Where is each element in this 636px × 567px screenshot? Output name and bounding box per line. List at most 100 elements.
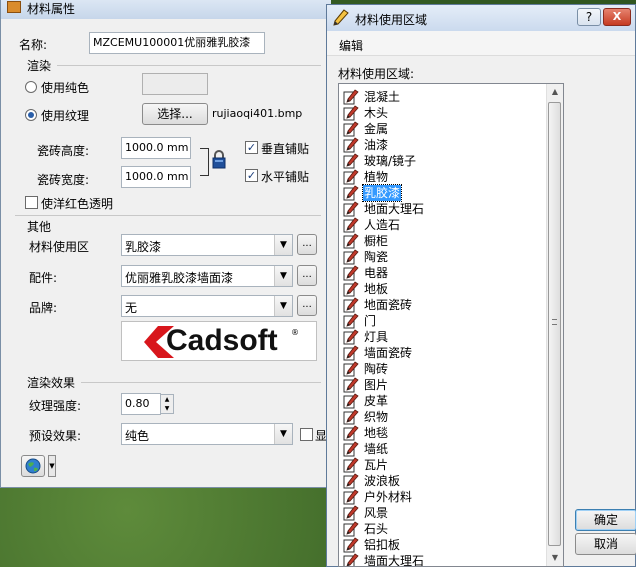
list-item[interactable]: 木头 (343, 105, 533, 121)
brand-logo: Cadsoft ® (121, 321, 317, 361)
material-pencil-icon (343, 425, 359, 441)
solid-color-radio[interactable] (25, 81, 37, 93)
texture-radio[interactable] (25, 109, 37, 121)
lock-icon[interactable] (211, 149, 227, 169)
list-item-label: 电器 (364, 266, 389, 280)
list-item[interactable]: 瓦片 (343, 457, 533, 473)
globe-dropdown-arrow[interactable]: ▼ (48, 455, 56, 477)
list-item[interactable]: 波浪板 (343, 473, 533, 489)
chevron-down-icon[interactable]: ▼ (274, 266, 292, 286)
texture-label: 使用纹理 (41, 109, 90, 123)
scroll-thumb[interactable] (548, 102, 561, 546)
material-pencil-icon (343, 105, 359, 121)
list-item[interactable]: 电器 (343, 265, 533, 281)
usage-list-label: 材料使用区域: (338, 67, 415, 81)
material-pencil-icon (343, 537, 359, 553)
brand-combo[interactable]: 无 ▼ (121, 295, 293, 317)
list-item[interactable]: 金属 (343, 121, 533, 137)
list-item[interactable]: 陶砖 (343, 361, 533, 377)
color-swatch[interactable] (142, 73, 208, 95)
material-pencil-icon (343, 329, 359, 345)
chevron-down-icon[interactable]: ▼ (274, 235, 292, 255)
preset-display-checkbox[interactable] (300, 428, 313, 441)
list-item[interactable]: 铝扣板 (343, 537, 533, 553)
list-item[interactable]: 地面瓷砖 (343, 297, 533, 313)
globe-button[interactable] (21, 455, 45, 477)
chevron-down-icon[interactable]: ▼ (274, 296, 292, 316)
horizontal-tile-checkbox[interactable]: ✓ (245, 169, 258, 182)
chevron-down-icon[interactable]: ▼ (274, 424, 292, 444)
list-item[interactable]: 门 (343, 313, 533, 329)
parts-combo[interactable]: 优丽雅乳胶漆墙面漆 ▼ (121, 265, 293, 287)
app-icon (7, 1, 21, 13)
list-item-label: 波浪板 (364, 474, 401, 488)
list-item-label: 橱柜 (364, 234, 389, 248)
name-field[interactable]: MZCEMU100001优丽雅乳胶漆 (89, 32, 265, 54)
list-item-label: 墙纸 (364, 442, 389, 456)
list-item[interactable]: 地板 (343, 281, 533, 297)
magenta-transparent-checkbox[interactable] (25, 196, 38, 209)
list-item[interactable]: 橱柜 (343, 233, 533, 249)
choose-texture-button[interactable]: 选择... (142, 103, 208, 125)
parts-label: 配件: (29, 271, 58, 285)
list-item-label: 金属 (364, 122, 389, 136)
close-button[interactable]: X (603, 8, 631, 26)
list-item[interactable]: 灯具 (343, 329, 533, 345)
parts-ellipsis-button[interactable]: ... (297, 265, 317, 286)
ok-button[interactable]: 确定 (575, 509, 636, 531)
other-separator (15, 215, 321, 216)
material-pencil-icon (343, 505, 359, 521)
list-item[interactable]: 石头 (343, 521, 533, 537)
list-item[interactable]: 墙纸 (343, 441, 533, 457)
list-item[interactable]: 混凝土 (343, 89, 533, 105)
list-item[interactable]: 人造石 (343, 217, 533, 233)
list-item-label: 油漆 (364, 138, 389, 152)
render-separator (57, 65, 321, 66)
usage-area-ellipsis-button[interactable]: ... (297, 234, 317, 255)
scroll-up-icon[interactable]: ▲ (547, 84, 563, 100)
list-item[interactable]: 地毯 (343, 425, 533, 441)
tile-height-field[interactable]: 1000.0 mm (121, 137, 191, 159)
list-item-label: 织物 (364, 410, 389, 424)
texture-strength-spinner[interactable]: ▲ ▼ (160, 394, 174, 414)
list-scrollbar[interactable]: ▲ ▼ (546, 84, 563, 566)
usage-titlebar[interactable]: 材料使用区域 ? X (327, 5, 635, 31)
list-item[interactable]: 皮革 (343, 393, 533, 409)
props-titlebar[interactable]: 材料属性 (1, 0, 331, 19)
list-item[interactable]: 墙面大理石 (343, 553, 533, 566)
list-item[interactable]: 陶瓷 (343, 249, 533, 265)
material-pencil-icon (343, 121, 359, 137)
list-item[interactable]: 玻璃/镜子 (343, 153, 533, 169)
cancel-button[interactable]: 取消 (575, 533, 636, 555)
list-item[interactable]: 地面大理石 (343, 201, 533, 217)
list-item[interactable]: 图片 (343, 377, 533, 393)
list-item[interactable]: 风景 (343, 505, 533, 521)
list-item[interactable]: 织物 (343, 409, 533, 425)
scroll-down-icon[interactable]: ▼ (547, 550, 563, 566)
material-pencil-icon (343, 297, 359, 313)
tile-width-field[interactable]: 1000.0 mm (121, 166, 191, 188)
list-item[interactable]: 乳胶漆 (343, 184, 533, 202)
list-item[interactable]: 油漆 (343, 137, 533, 153)
usage-area-list[interactable]: 混凝土 木头 金属油漆 玻璃/镜子 植物 乳胶漆 地面大理石 人造石 橱柜 陶瓷 电器 地板 地面瓷砖门… (338, 83, 564, 567)
texture-strength-field[interactable]: 0.80 (121, 393, 161, 415)
list-item[interactable]: 墙面瓷砖 (343, 345, 533, 361)
material-pencil-icon (343, 137, 359, 153)
solid-color-label: 使用纯色 (41, 81, 90, 95)
brand-label: 品牌: (29, 301, 58, 315)
list-item[interactable]: 植物 (343, 169, 533, 185)
usage-area-combo[interactable]: 乳胶漆 ▼ (121, 234, 293, 256)
material-pencil-icon (343, 169, 359, 185)
list-item-label: 户外材料 (364, 490, 413, 504)
texture-filename: rujiaoqi401.bmp (212, 107, 303, 120)
help-button[interactable]: ? (577, 8, 601, 26)
vertical-tile-checkbox[interactable]: ✓ (245, 141, 258, 154)
menu-edit[interactable]: 编辑 (339, 37, 363, 54)
preset-effect-combo[interactable]: 纯色 ▼ (121, 423, 293, 445)
brand-value: 无 (125, 301, 138, 315)
usage-area-label: 材料使用区 (29, 240, 90, 254)
material-pencil-icon (343, 233, 359, 249)
brand-ellipsis-button[interactable]: ... (297, 295, 317, 316)
list-item[interactable]: 户外材料 (343, 489, 533, 505)
list-item-label: 铝扣板 (364, 538, 401, 552)
